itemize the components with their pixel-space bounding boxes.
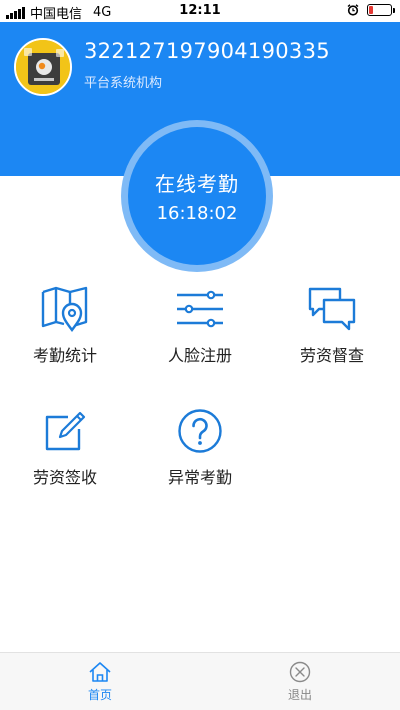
menu-label: 异常考勤	[167, 468, 232, 487]
bottom-tab-bar: 首页 退出	[0, 652, 400, 710]
current-time: 16:18:02	[156, 203, 238, 224]
map-pin-icon	[40, 284, 90, 334]
sliders-icon	[175, 284, 225, 334]
menu-attendance-stats[interactable]: 考勤统计	[5, 284, 125, 374]
organization-name: 平台系统机构	[84, 76, 163, 91]
question-icon	[177, 406, 223, 456]
avatar[interactable]	[14, 38, 72, 96]
edit-icon	[42, 406, 88, 456]
menu-label: 劳资签收	[32, 468, 97, 487]
online-attendance-button[interactable]: 在线考勤 16:18:02	[128, 127, 266, 265]
battery-icon	[367, 4, 395, 16]
menu-label: 劳资督查	[299, 346, 364, 365]
menu-label: 考勤统计	[32, 346, 97, 365]
status-bar-right	[347, 4, 395, 16]
tab-logout-label: 退出	[287, 688, 312, 702]
menu-abnormal-attendance[interactable]: 异常考勤	[140, 406, 260, 496]
menu-labor-sign[interactable]: 劳资签收	[5, 406, 125, 496]
status-bar: 中国电信 4G 12:11	[0, 0, 400, 22]
tab-home-label: 首页	[87, 688, 112, 702]
menu-face-register[interactable]: 人脸注册	[140, 284, 260, 374]
online-attendance-label: 在线考勤	[155, 172, 239, 196]
battery-level	[369, 6, 374, 14]
alarm-icon	[347, 4, 359, 16]
avatar-image	[16, 40, 70, 94]
menu-labor-inspection[interactable]: 劳资督查	[272, 284, 392, 374]
chat-bubbles-icon	[307, 284, 357, 334]
close-circle-icon	[289, 661, 311, 683]
menu-label: 人脸注册	[167, 346, 232, 365]
user-id-number: 322127197904190335	[84, 39, 330, 63]
home-icon	[89, 662, 111, 682]
status-time: 12:11	[179, 3, 221, 18]
attendance-clock-ring: 在线考勤 16:18:02	[121, 120, 273, 272]
tab-logout[interactable]: 退出	[200, 653, 400, 710]
tab-home[interactable]: 首页	[0, 653, 200, 710]
